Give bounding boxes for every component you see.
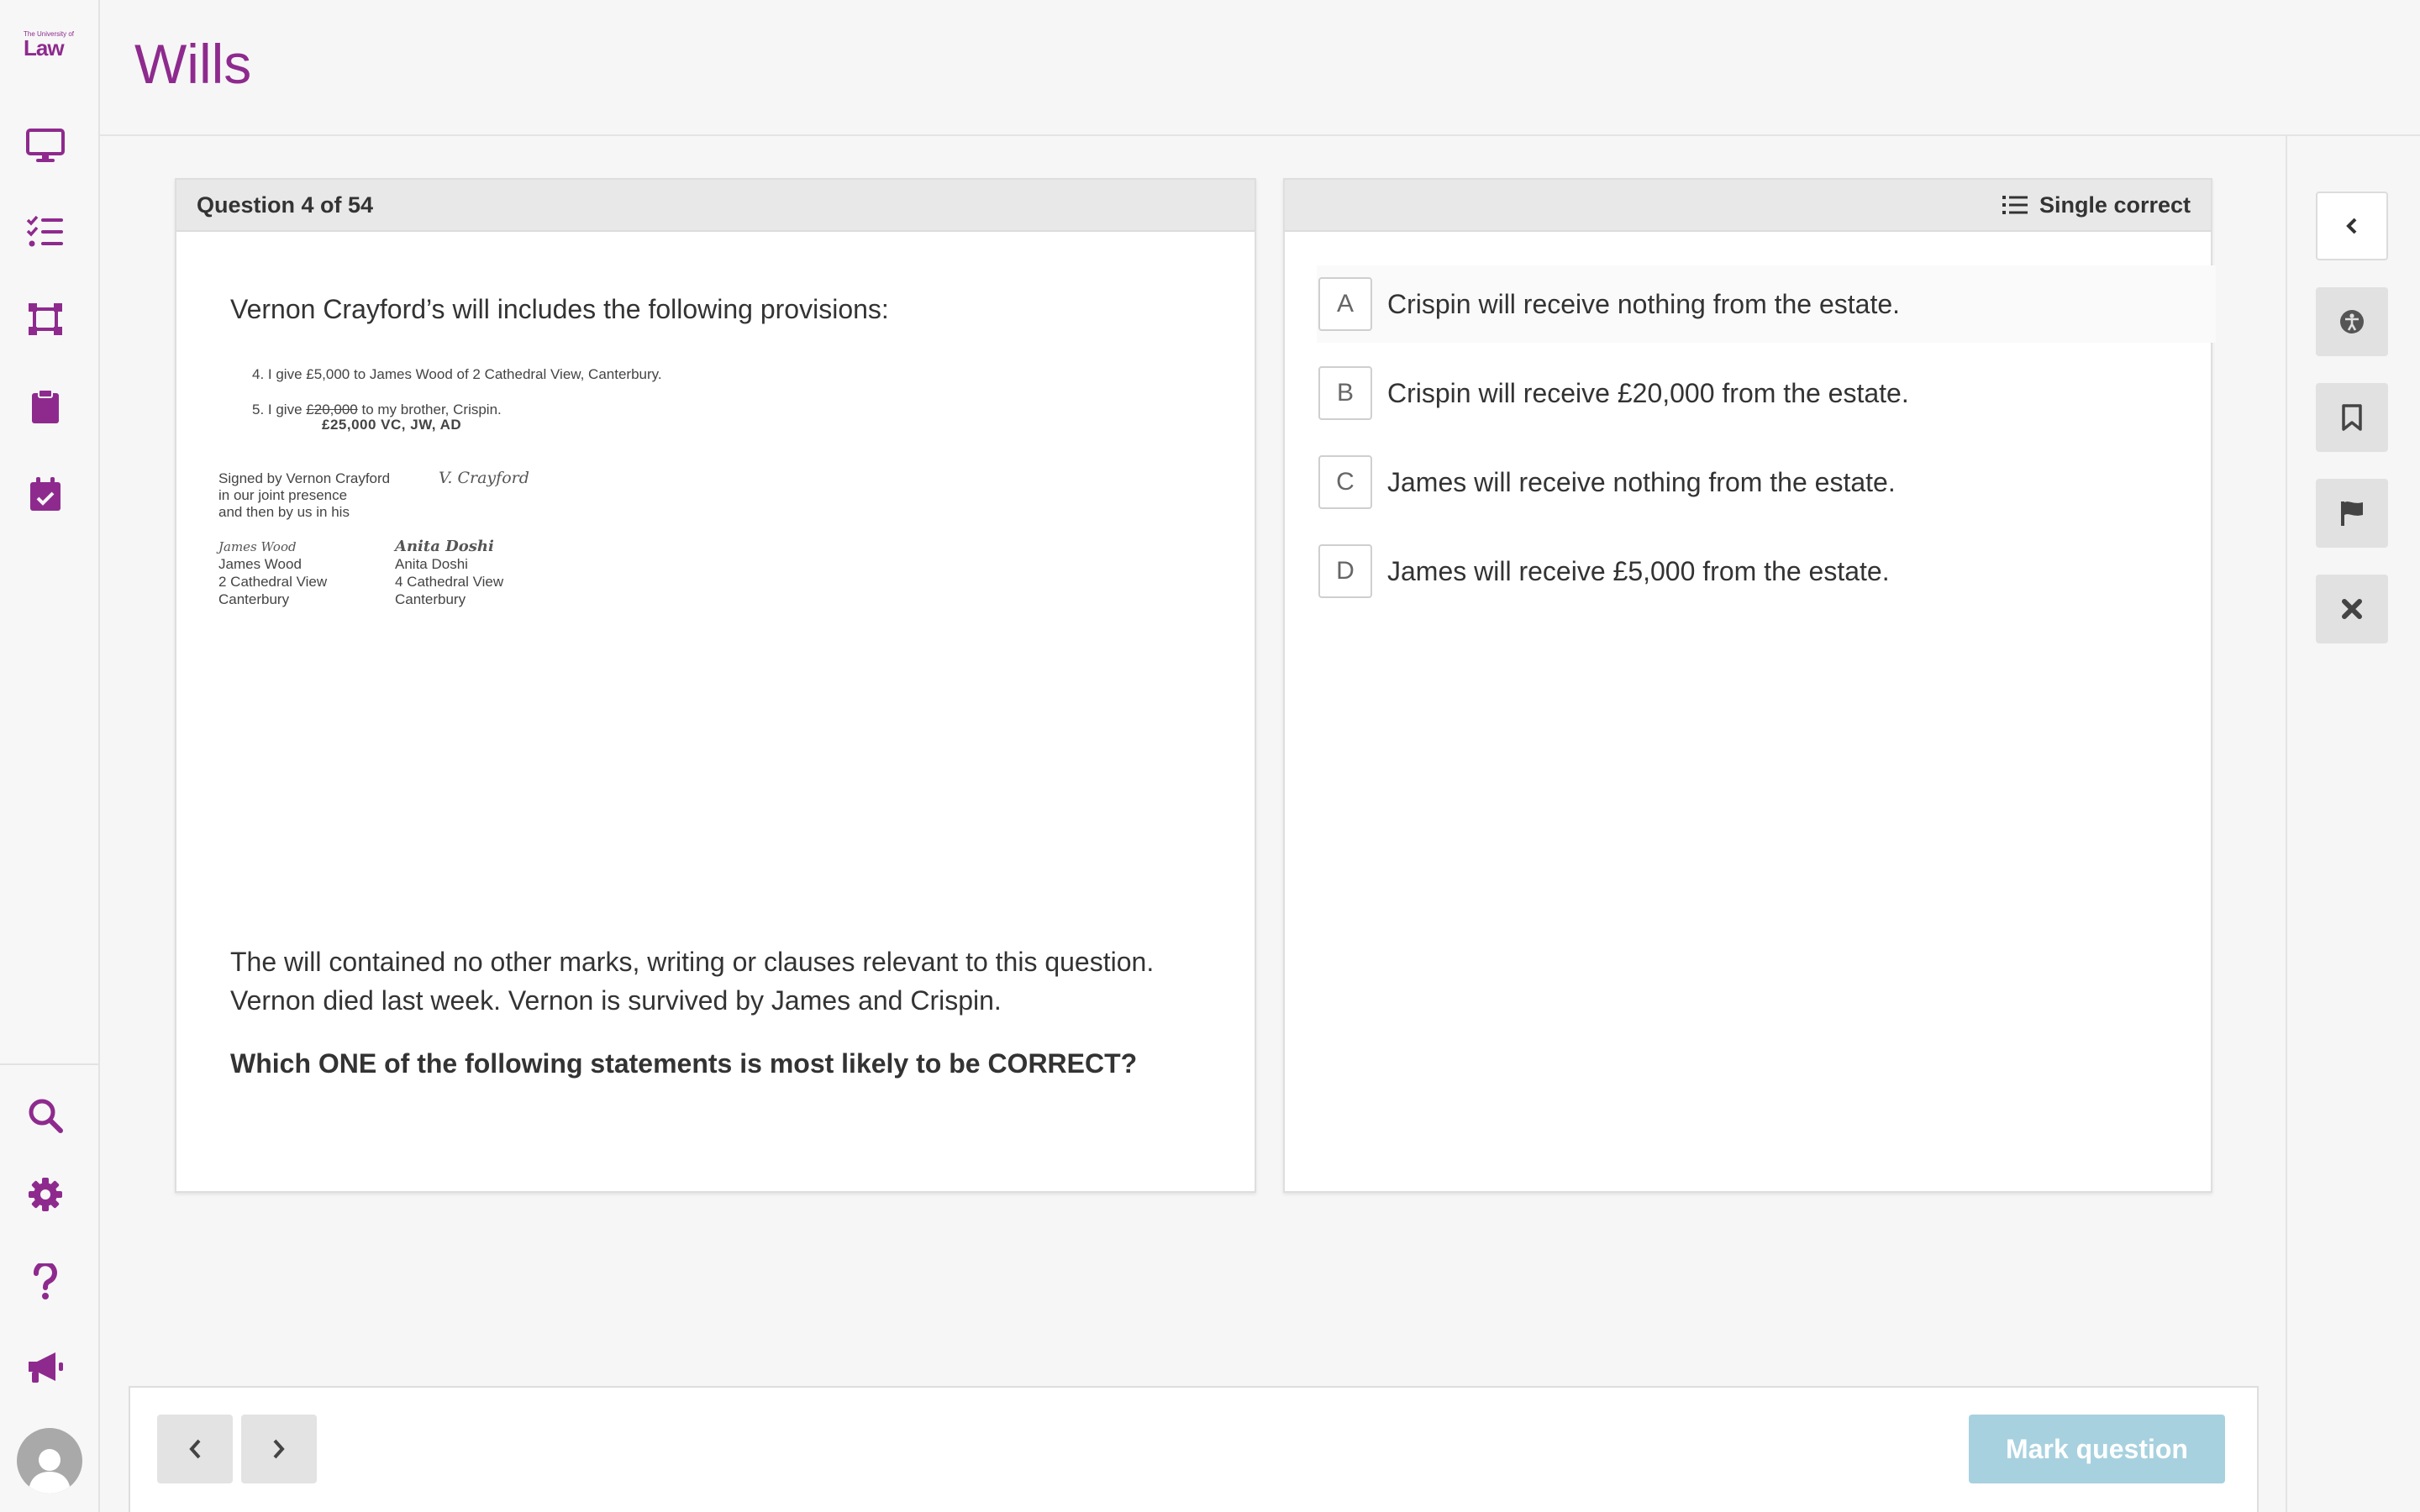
collapse-tools-button[interactable] — [2316, 192, 2388, 260]
accessibility-icon — [2340, 310, 2364, 333]
will-insertion: £25,000 VC, JW, AD — [322, 417, 462, 433]
next-question-button[interactable] — [241, 1415, 317, 1483]
question-intro: Vernon Crayford’s will includes the foll… — [230, 294, 889, 324]
bookmark-icon — [2342, 404, 2362, 431]
option-text: Crispin will receive £20,000 from the es… — [1387, 377, 1909, 408]
witness-2-signature: Anita Doshi — [395, 538, 494, 555]
chevron-right-icon — [273, 1439, 285, 1459]
will-clause-5-start: 5. I give — [252, 402, 302, 417]
answer-option-a[interactable]: A Crispin will receive nothing from the … — [1317, 265, 2216, 343]
clipboard-icon[interactable] — [25, 386, 66, 427]
will-clause-5: 5. I give £20,000 to my brother, Crispin… — [252, 402, 502, 418]
close-button[interactable] — [2316, 575, 2388, 643]
option-text: James will receive nothing from the esta… — [1387, 466, 1896, 497]
avatar[interactable] — [17, 1428, 82, 1494]
previous-question-button[interactable] — [157, 1415, 233, 1483]
attestation-line-2: in our joint presence — [218, 487, 348, 503]
witness-1-address-1: 2 Cathedral View — [218, 574, 328, 590]
question-icon[interactable] — [25, 1262, 66, 1302]
question-panel: Question 4 of 54 Vernon Crayford’s will … — [175, 178, 1256, 1193]
page-title: Wills — [134, 33, 252, 95]
option-text: James will receive £5,000 from the estat… — [1387, 555, 1890, 586]
answer-option-b[interactable]: B Crispin will receive £20,000 from the … — [1317, 354, 2216, 432]
gear-icon[interactable] — [25, 1174, 66, 1215]
question-context-line-1: The will contained no other marks, writi… — [230, 947, 1155, 977]
logo-text: Law — [24, 35, 65, 60]
testator-signature: V. Crayford — [439, 469, 529, 487]
sidebar-divider — [0, 1063, 100, 1065]
mark-question-button[interactable]: Mark question — [1969, 1415, 2225, 1483]
checklist-icon[interactable] — [25, 212, 66, 252]
answers-panel: Single correct A Crispin will receive no… — [1283, 178, 2216, 1193]
will-clause-4: 4. I give £5,000 to James Wood of 2 Cath… — [252, 366, 662, 382]
university-logo[interactable]: The University of Law — [24, 30, 76, 71]
option-letter: C — [1318, 455, 1372, 509]
question-context-line-2: Vernon died last week. Vernon is survive… — [230, 985, 1002, 1016]
calendar-check-icon[interactable] — [25, 474, 66, 514]
answer-option-d[interactable]: D James will receive £5,000 from the est… — [1317, 533, 2216, 610]
question-counter: Question 4 of 54 — [176, 180, 1255, 232]
accessibility-button[interactable] — [2316, 287, 2388, 356]
answer-type-label: Single correct — [2039, 192, 2191, 218]
attestation-line-1: Signed by Vernon Crayford — [218, 470, 391, 486]
close-icon — [2342, 599, 2362, 619]
frame-icon[interactable] — [25, 299, 66, 339]
answer-type-header: Single correct — [1285, 180, 2211, 232]
option-letter: B — [1318, 366, 1372, 420]
monitor-icon[interactable] — [25, 126, 66, 166]
megaphone-icon[interactable] — [25, 1347, 66, 1388]
will-clause-5-struck: £20,000 — [306, 402, 358, 417]
header: Wills — [100, 0, 2420, 136]
witness-1-address-2: Canterbury — [218, 591, 290, 607]
witness-1-signature: James Wood — [218, 539, 297, 554]
answer-option-c[interactable]: C James will receive nothing from the es… — [1317, 444, 2216, 521]
witness-2-name: Anita Doshi — [395, 556, 468, 572]
flag-icon — [2341, 501, 2363, 526]
bookmark-button[interactable] — [2316, 383, 2388, 452]
list-icon — [2002, 195, 2028, 215]
option-letter: A — [1318, 277, 1372, 331]
chevron-left-icon — [2346, 218, 2357, 234]
option-text: Crispin will receive nothing from the es… — [1387, 288, 1901, 319]
flag-button[interactable] — [2316, 479, 2388, 548]
option-letter: D — [1318, 544, 1372, 598]
witness-1-name: James Wood — [218, 556, 302, 572]
attestation-line-3: and then by us in his — [218, 504, 350, 520]
tools-sidebar — [2286, 136, 2420, 1512]
chevron-left-icon — [189, 1439, 201, 1459]
sidebar: The University of Law — [0, 0, 100, 1512]
will-extract-image: 4. I give £5,000 to James Wood of 2 Cath… — [218, 366, 840, 643]
question-context: The will contained no other marks, writi… — [230, 942, 1205, 1020]
search-icon[interactable] — [25, 1095, 66, 1136]
witness-2-address-1: 4 Cathedral View — [395, 574, 504, 590]
question-prompt: Which ONE of the following statements is… — [230, 1048, 1138, 1079]
witness-2-address-2: Canterbury — [395, 591, 466, 607]
navigation-footer: Mark question — [129, 1386, 2259, 1512]
will-clause-5-end: to my brother, Crispin. — [361, 402, 502, 417]
